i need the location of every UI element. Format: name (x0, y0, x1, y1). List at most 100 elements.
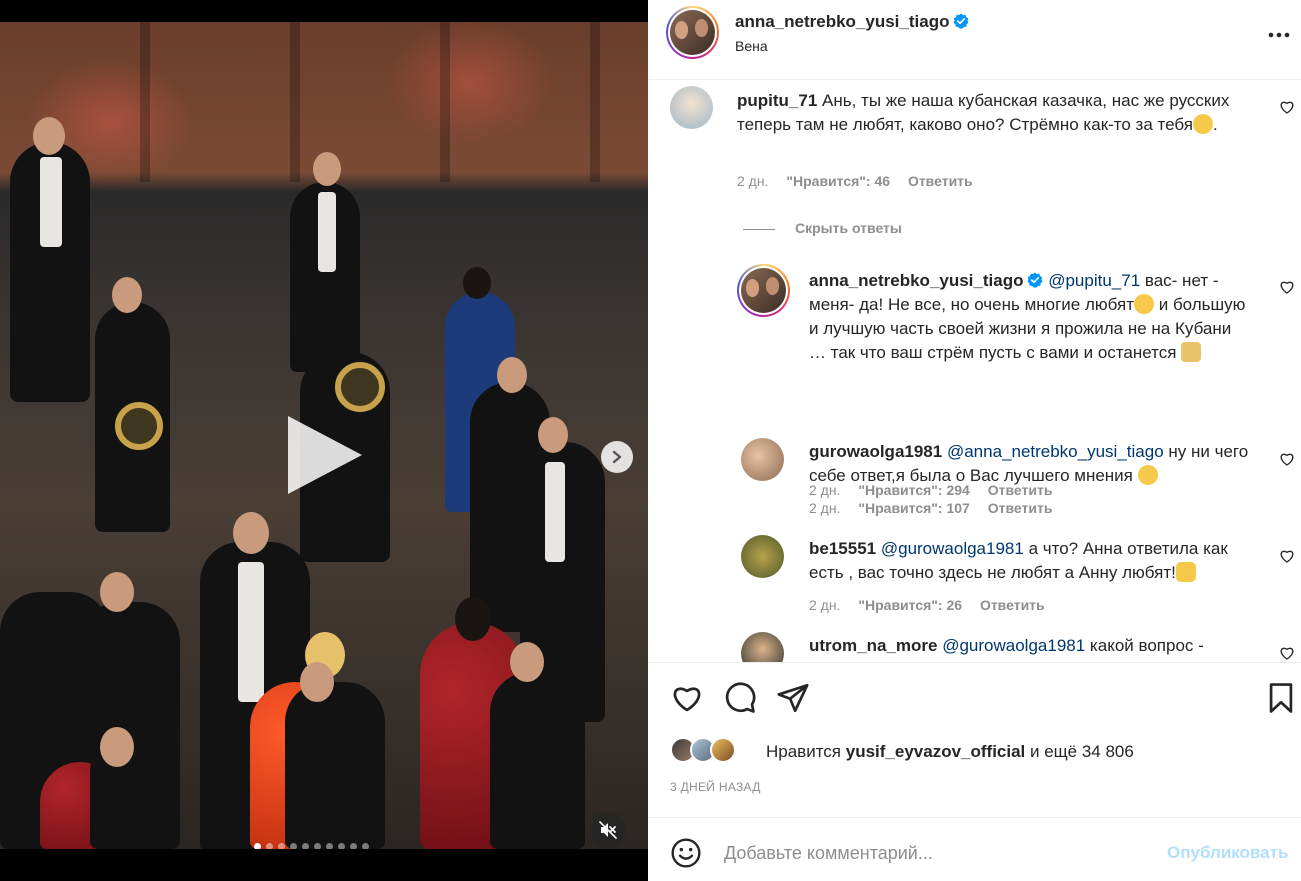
video-scene-figure (238, 562, 264, 702)
heart-icon[interactable] (1279, 645, 1295, 661)
carousel-dots (254, 843, 369, 849)
comment-meta: 2 дн. "Нравится": 26 Ответить (809, 597, 1059, 613)
reply-button[interactable]: Ответить (988, 500, 1053, 516)
heart-icon[interactable] (1279, 451, 1295, 467)
chevron-right-icon[interactable] (601, 441, 633, 473)
commenter-avatar[interactable] (741, 632, 784, 662)
comment-body: utrom_na_more @gurowaolga1981 какой вопр… (809, 634, 1249, 658)
comment-username[interactable]: gurowaolga1981 (809, 442, 942, 461)
reply-button[interactable]: Ответить (908, 173, 973, 189)
carousel-dot[interactable] (362, 843, 369, 849)
flushed-face-emoji-icon (1137, 465, 1158, 485)
comment-body: gurowaolga1981 @anna_netrebko_yusi_tiago… (809, 440, 1249, 488)
video-scene-figure (510, 642, 544, 682)
sad-face-emoji-icon (1192, 114, 1213, 134)
comment-time: 2 дн. (809, 500, 841, 516)
liker-avatar[interactable] (710, 737, 736, 763)
carousel-dot[interactable] (290, 843, 297, 849)
author-username[interactable]: anna_netrebko_yusi_tiago (735, 12, 949, 31)
comment-reply-item: be15551 @gurowaolga1981 а что? Анна отве… (648, 532, 1301, 622)
video-scene-figure (233, 512, 269, 554)
comment-mention[interactable]: @gurowaolga1981 (881, 539, 1024, 558)
author-avatar[interactable] (666, 6, 719, 59)
video-scene-figure (33, 117, 65, 155)
video-scene-figure (115, 402, 163, 450)
comment-username[interactable]: be15551 (809, 539, 876, 558)
post-header: anna_netrebko_yusi_tiago Вена (648, 0, 1301, 80)
video-scene-figure (490, 672, 585, 849)
reply-button[interactable]: Ответить (980, 597, 1045, 613)
comment-likes[interactable]: "Нравится": 46 (786, 173, 890, 189)
liker-username[interactable]: yusif_eyvazov_official (846, 742, 1026, 761)
carousel-dot[interactable] (302, 843, 309, 849)
video-scene-figure (40, 157, 62, 247)
comment-username[interactable]: pupitu_71 (737, 91, 817, 110)
post-date: 3 ДНЕЙ НАЗАД (670, 780, 761, 794)
heart-icon[interactable] (1279, 548, 1295, 564)
play-icon[interactable] (278, 410, 368, 500)
post-location[interactable]: Вена (735, 38, 768, 54)
carousel-dot[interactable] (254, 843, 261, 849)
publish-button[interactable]: Опубликовать (1167, 843, 1288, 863)
comment-body: be15551 @gurowaolga1981 а что? Анна отве… (809, 537, 1249, 585)
thumbs-up-emoji-icon (1175, 562, 1196, 582)
video-scene-figure (455, 597, 491, 641)
video-scene-figure (545, 462, 565, 562)
commenter-avatar[interactable] (737, 264, 790, 317)
carousel-dot[interactable] (350, 843, 357, 849)
likes-suffix[interactable]: и ещё 34 806 (1025, 742, 1134, 761)
verified-badge-icon (953, 13, 969, 29)
add-comment-bar: Опубликовать (648, 817, 1301, 881)
carousel-dot[interactable] (266, 843, 273, 849)
carousel-dot[interactable] (338, 843, 345, 849)
video-scene-figure (100, 572, 134, 612)
clinking-glasses-emoji-icon (1181, 342, 1202, 362)
post-video[interactable] (0, 22, 648, 849)
hide-replies-button[interactable]: Скрыть ответы (743, 220, 902, 236)
video-scene-figure (497, 357, 527, 393)
carousel-dot[interactable] (278, 843, 285, 849)
comment-body: anna_netrebko_yusi_tiago @pupitu_71 вас-… (809, 269, 1249, 365)
video-scene-figure (335, 362, 385, 412)
comments-list[interactable]: pupitu_71 Ань, ты же наша кубанская каза… (648, 80, 1301, 662)
comment-reply-item: utrom_na_more @gurowaolga1981 какой вопр… (648, 629, 1301, 662)
commenter-avatar[interactable] (741, 438, 784, 481)
video-scene-figure (463, 267, 491, 299)
speaker-muted-icon[interactable] (590, 812, 626, 848)
heart-icon[interactable] (1279, 99, 1295, 115)
video-scene-figure (100, 727, 134, 767)
share-send-icon[interactable] (776, 681, 810, 715)
comment-input[interactable] (724, 838, 1144, 868)
video-scene-figure (300, 662, 334, 702)
carousel-dot[interactable] (314, 843, 321, 849)
like-heart-icon[interactable] (670, 681, 704, 715)
comment-mention[interactable]: @anna_netrebko_yusi_tiago (947, 442, 1164, 461)
comment-mention[interactable]: @gurowaolga1981 (942, 636, 1085, 655)
post-side-panel: anna_netrebko_yusi_tiago Вена pupitu_71 … (648, 0, 1301, 881)
comment-text-end: . (1212, 115, 1218, 134)
author-username-row[interactable]: anna_netrebko_yusi_tiago (735, 12, 969, 32)
comment-time: 2 дн. (737, 173, 769, 189)
save-bookmark-icon[interactable] (1264, 681, 1298, 715)
commenter-avatar[interactable] (741, 535, 784, 578)
video-scene-figure (318, 192, 336, 272)
comment-likes[interactable]: "Нравится": 26 (858, 597, 962, 613)
heart-icon[interactable] (1279, 279, 1295, 295)
likes-prefix: Нравится (766, 742, 846, 761)
video-scene-figure (285, 682, 385, 849)
commenter-avatar[interactable] (670, 86, 713, 129)
comment-likes[interactable]: "Нравится": 107 (858, 500, 969, 516)
carousel-dot[interactable] (326, 843, 333, 849)
comment-bubble-icon[interactable] (723, 681, 757, 715)
comment-text: какой вопрос - (1085, 636, 1204, 655)
more-options-icon[interactable] (1266, 22, 1292, 48)
video-scene-figure (112, 277, 142, 313)
comment-meta: 2 дн. "Нравится": 107 Ответить (809, 500, 1066, 516)
comment-meta: 2 дн. "Нравится": 46 Ответить (737, 173, 987, 189)
comment-username[interactable]: utrom_na_more (809, 636, 937, 655)
likes-text[interactable]: Нравится yusif_eyvazov_official и ещё 34… (766, 742, 1134, 762)
comment-username[interactable]: anna_netrebko_yusi_tiago (809, 271, 1023, 290)
video-scene-figure (538, 417, 568, 453)
emoji-smile-icon[interactable] (670, 837, 702, 869)
comment-mention[interactable]: @pupitu_71 (1048, 271, 1140, 290)
